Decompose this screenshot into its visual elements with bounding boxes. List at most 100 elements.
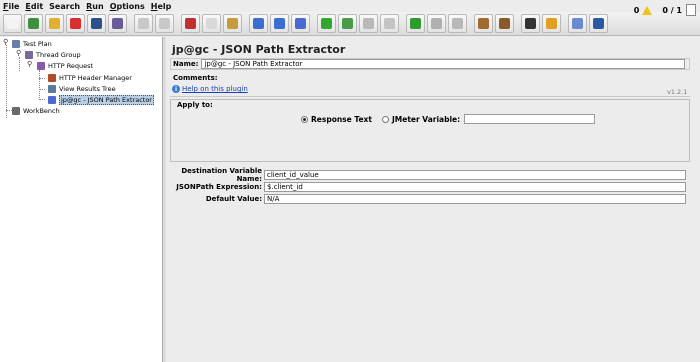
save-as-button[interactable] bbox=[108, 14, 127, 33]
save-as-icon bbox=[112, 18, 123, 29]
clear-button[interactable] bbox=[474, 14, 493, 33]
tree-item-http-request[interactable]: HTTP Request bbox=[37, 60, 93, 71]
name-field[interactable]: jp@gc - JSON Path Extractor bbox=[201, 59, 686, 69]
menu-help[interactable]: Help bbox=[151, 2, 172, 11]
open-button[interactable] bbox=[45, 14, 64, 33]
response-text-label[interactable]: Response Text bbox=[311, 115, 372, 124]
menu-run[interactable]: Run bbox=[86, 2, 104, 11]
tree-item-json-path-extractor[interactable]: jp@gc - JSON Path Extractor bbox=[48, 94, 154, 105]
response-text-radio[interactable] bbox=[301, 115, 308, 123]
tree-item-workbench[interactable]: WorkBench bbox=[12, 105, 60, 116]
help-link[interactable]: Help on this plugin bbox=[182, 85, 248, 93]
cut-icon bbox=[185, 18, 196, 29]
tree-line bbox=[39, 89, 45, 90]
menu-options[interactable]: Options bbox=[110, 2, 145, 11]
info-icon: i bbox=[172, 85, 180, 93]
jmeter-variable-input[interactable] bbox=[464, 114, 596, 124]
test-plan-icon bbox=[12, 39, 20, 48]
menu-search[interactable]: Search bbox=[49, 2, 80, 11]
jmeter-variable-radio[interactable] bbox=[381, 115, 389, 123]
toggle-button[interactable] bbox=[291, 14, 310, 33]
stop-icon bbox=[363, 18, 374, 29]
reset-search-button[interactable] bbox=[542, 14, 561, 33]
remote-start-button[interactable] bbox=[406, 14, 425, 33]
close-button[interactable] bbox=[66, 14, 85, 33]
close-icon bbox=[70, 18, 81, 29]
function-helper-button[interactable] bbox=[568, 14, 587, 33]
jsonpath-expression-label: JSONPath Expression: bbox=[176, 182, 262, 191]
undo-icon bbox=[138, 18, 149, 29]
default-value-row: Default Value: N/A bbox=[170, 193, 690, 204]
menu-file[interactable]: File bbox=[3, 2, 19, 11]
tree-item-http-header-manager[interactable]: HTTP Header Manager bbox=[48, 72, 132, 83]
expand-button[interactable] bbox=[249, 14, 268, 33]
shutdown-icon bbox=[384, 18, 395, 29]
tree-line bbox=[39, 78, 45, 79]
name-row: Name: jp@gc - JSON Path Extractor bbox=[170, 58, 690, 70]
paste-button[interactable] bbox=[223, 14, 242, 33]
jmeter-variable-label[interactable]: JMeter Variable: bbox=[392, 115, 460, 124]
default-value-input[interactable]: N/A bbox=[264, 193, 686, 204]
remote-start-icon bbox=[410, 18, 421, 29]
start-no-timers-icon bbox=[342, 18, 353, 29]
save-button[interactable] bbox=[87, 14, 106, 33]
jsonpath-expression-row: JSONPath Expression: $.client_id bbox=[170, 181, 690, 192]
version-label: v1.2.1 bbox=[667, 88, 688, 96]
menu-edit[interactable]: Edit bbox=[25, 2, 43, 11]
templates-button[interactable] bbox=[24, 14, 43, 33]
name-label: Name: bbox=[173, 60, 199, 68]
warning-icon[interactable] bbox=[642, 5, 653, 15]
destination-variable-row: Destination Variable Name: client_id_val… bbox=[170, 167, 690, 183]
comments-label: Comments: bbox=[173, 73, 218, 82]
remote-stop-icon bbox=[431, 18, 442, 29]
sampler-icon bbox=[37, 61, 45, 70]
jsonpath-expression-input[interactable]: $.client_id bbox=[264, 181, 686, 192]
toggle-icon bbox=[295, 18, 306, 29]
copy-icon bbox=[206, 18, 217, 29]
apply-to-options: Response Text JMeter Variable: bbox=[301, 114, 596, 124]
tree-line bbox=[6, 45, 7, 118]
status-indicator-icon bbox=[686, 4, 696, 16]
expand-toggle-icon[interactable]: ⚲ bbox=[27, 60, 32, 68]
help-row: i Help on this plugin bbox=[172, 85, 248, 93]
destination-variable-input[interactable]: client_id_value bbox=[264, 169, 686, 180]
divider bbox=[170, 96, 690, 97]
new-button[interactable] bbox=[3, 14, 22, 33]
remote-stop-button[interactable] bbox=[427, 14, 446, 33]
tree-line bbox=[19, 57, 20, 71]
comments-row: Comments: bbox=[170, 72, 690, 83]
new-icon bbox=[7, 18, 18, 29]
collapse-icon bbox=[274, 18, 285, 29]
collapse-button[interactable] bbox=[270, 14, 289, 33]
copy-button[interactable] bbox=[202, 14, 221, 33]
menu-bar: File Edit Search Run Options Help bbox=[0, 0, 700, 12]
clear-all-button[interactable] bbox=[495, 14, 514, 33]
undo-button[interactable] bbox=[134, 14, 153, 33]
stop-button[interactable] bbox=[359, 14, 378, 33]
warning-count: 0 bbox=[633, 5, 640, 15]
tree-item-view-results-tree[interactable]: View Results Tree bbox=[48, 83, 116, 94]
tree-item-thread-group[interactable]: Thread Group bbox=[25, 49, 81, 60]
listener-icon bbox=[48, 84, 56, 93]
toolbar-status: 0 0 / 1 bbox=[634, 4, 696, 16]
shutdown-button[interactable] bbox=[380, 14, 399, 33]
thread-count: 0 / 1 bbox=[662, 5, 682, 15]
search-button[interactable] bbox=[521, 14, 540, 33]
remote-shutdown-button[interactable] bbox=[448, 14, 467, 33]
start-no-timers-button[interactable] bbox=[338, 14, 357, 33]
save-icon bbox=[91, 18, 102, 29]
start-button[interactable] bbox=[317, 14, 336, 33]
paste-icon bbox=[227, 18, 238, 29]
expand-toggle-icon[interactable]: ⚲ bbox=[3, 38, 8, 46]
help-button[interactable] bbox=[589, 14, 608, 33]
workbench-icon bbox=[12, 106, 20, 115]
extractor-icon bbox=[48, 95, 56, 104]
expand-toggle-icon[interactable]: ⚲ bbox=[16, 49, 21, 57]
tree-item-test-plan[interactable]: Test Plan bbox=[12, 38, 52, 49]
templates-icon bbox=[28, 18, 39, 29]
header-manager-icon bbox=[48, 73, 56, 82]
redo-button[interactable] bbox=[155, 14, 174, 33]
tree-line bbox=[39, 99, 45, 100]
cut-button[interactable] bbox=[181, 14, 200, 33]
open-icon bbox=[49, 18, 60, 29]
